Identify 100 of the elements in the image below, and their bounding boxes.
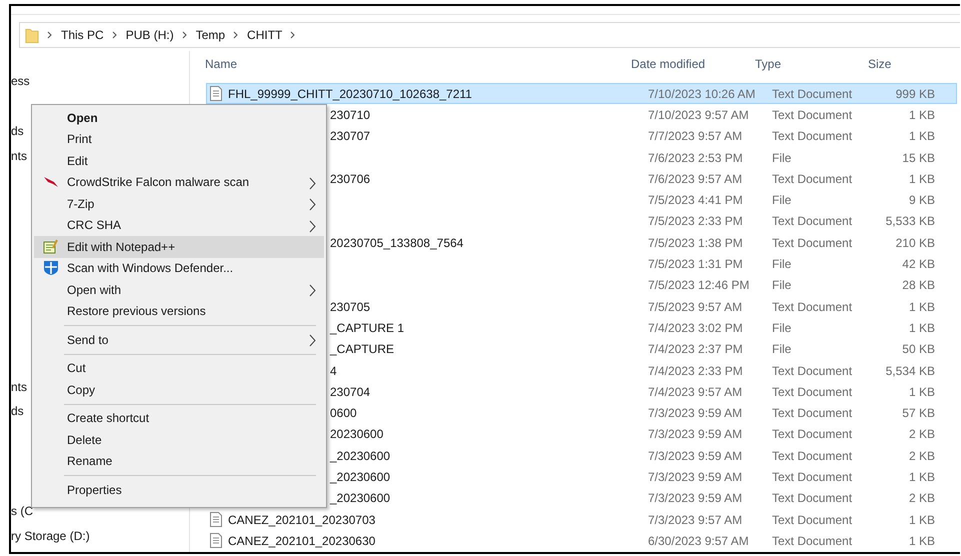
menu-item[interactable]: Delete bbox=[34, 429, 324, 450]
date-cell-text: 6/30/2023 9:57 AM bbox=[647, 534, 750, 548]
sidebar-item[interactable]: nts bbox=[11, 380, 28, 394]
menu-item[interactable]: Create shortcut bbox=[34, 408, 324, 429]
date-cell-text: 7/3/2023 9:59 AM bbox=[647, 427, 744, 442]
date-cell-text: 7/5/2023 1:38 PM bbox=[647, 236, 744, 250]
chevron-right-icon bbox=[233, 31, 240, 39]
text-file-icon bbox=[210, 512, 222, 528]
column-header[interactable]: Type bbox=[746, 57, 858, 71]
type-cell-text: File bbox=[771, 257, 792, 272]
menu-item[interactable]: Cut bbox=[34, 358, 324, 379]
column-header[interactable]: Size bbox=[858, 57, 928, 71]
file-name: 4 bbox=[330, 364, 337, 378]
menu-item[interactable]: Restore previous versions bbox=[34, 300, 324, 322]
chevron-right-icon bbox=[309, 334, 316, 347]
sidebar-item[interactable]: ess bbox=[11, 74, 30, 88]
chevron-right-icon bbox=[309, 220, 316, 232]
file-row[interactable]: FHL_99999_CHITT_20230710_102638_7211 7/10/2023 10:26 AM Text Document 999 KB bbox=[206, 83, 957, 104]
file-name: 20230600 bbox=[330, 427, 384, 442]
menu-item[interactable]: 7-Zip bbox=[34, 193, 324, 214]
size-cell-text: 5,534 KB bbox=[884, 364, 935, 378]
type-cell-text: File bbox=[771, 193, 792, 208]
menu-item[interactable]: Edit bbox=[34, 150, 324, 172]
sidebar-item[interactable]: s (C bbox=[11, 504, 33, 518]
type-cell-text: Text Document bbox=[771, 300, 854, 314]
chevron-right-icon bbox=[47, 31, 53, 39]
file-name: _20230600 bbox=[330, 470, 390, 484]
menu-item[interactable]: Copy bbox=[34, 379, 324, 400]
file-name: 230707 bbox=[330, 129, 370, 144]
file-name: CANEZ_202101_20230703 bbox=[228, 512, 376, 527]
type-cell-text: Text Document bbox=[771, 364, 854, 378]
type-cell-text: Text Document bbox=[771, 172, 854, 186]
menu-item[interactable]: Edit with Notepad++ bbox=[34, 236, 324, 258]
address-bar[interactable]: This PC PUB (H:) Temp CHITT bbox=[19, 22, 960, 48]
type-cell-text: Text Document bbox=[771, 491, 854, 506]
type-cell-text: Text Document bbox=[771, 86, 854, 101]
file-name: 230705 bbox=[330, 300, 370, 314]
menu-item[interactable]: CrowdStrike Falcon malware scan bbox=[34, 172, 324, 193]
chevron-right-icon bbox=[309, 284, 316, 297]
type-cell-text: Text Document bbox=[771, 470, 854, 484]
size-cell-text: 2 KB bbox=[908, 448, 935, 463]
sidebar-item[interactable]: ds bbox=[11, 404, 24, 418]
date-cell-text: 7/5/2023 12:46 PM bbox=[647, 278, 750, 292]
text-file-icon bbox=[210, 533, 222, 548]
type-cell-text: Text Document bbox=[771, 384, 854, 399]
size-cell-text: 28 KB bbox=[901, 278, 935, 292]
date-cell-text: 7/3/2023 9:59 AM bbox=[647, 448, 744, 463]
breadcrumb-item[interactable]: CHITT bbox=[247, 28, 282, 42]
sidebar-item[interactable]: nts bbox=[11, 149, 28, 163]
chevron-right-icon bbox=[290, 31, 296, 39]
date-cell-text: 7/5/2023 4:41 PM bbox=[647, 193, 744, 208]
type-cell-text: Text Document bbox=[771, 214, 854, 228]
size-cell-text: 999 KB bbox=[894, 86, 935, 101]
menu-item[interactable]: Send to bbox=[34, 329, 324, 350]
date-cell-text: 7/6/2023 2:53 PM bbox=[647, 150, 744, 165]
sidebar-item[interactable]: ry Storage (D:) bbox=[11, 529, 90, 543]
date-cell-text: 7/4/2023 2:33 PM bbox=[647, 364, 744, 378]
date-cell-text: 7/7/2023 9:57 AM bbox=[647, 129, 744, 144]
column-header[interactable]: Name bbox=[190, 57, 622, 71]
type-cell-text: Text Document bbox=[771, 108, 854, 122]
file-row[interactable]: CANEZ_202101_20230630 6/30/2023 9:57 AM Text Document 1 KB bbox=[206, 530, 957, 552]
type-cell-text: File bbox=[771, 320, 792, 335]
menu-item[interactable]: Print bbox=[34, 128, 324, 150]
date-cell-text: 7/6/2023 9:57 AM bbox=[647, 172, 744, 186]
menu-item[interactable]: Rename bbox=[34, 450, 324, 472]
date-cell-text: 7/5/2023 1:31 PM bbox=[647, 257, 744, 272]
breadcrumb-item[interactable]: PUB (H:) bbox=[126, 28, 174, 42]
file-row[interactable]: CANEZ_202101_20230703 7/3/2023 9:57 AM Text Document 1 KB bbox=[206, 508, 957, 530]
size-cell-text: 42 KB bbox=[901, 257, 935, 272]
folder-icon bbox=[25, 26, 39, 44]
size-cell-text: 57 KB bbox=[901, 406, 935, 420]
menu-item[interactable]: Open with bbox=[34, 279, 324, 300]
file-name: FHL_99999_CHITT_20230710_102638_7211 bbox=[228, 86, 472, 101]
column-header[interactable]: Date modified bbox=[622, 57, 746, 71]
type-cell-text: File bbox=[771, 342, 792, 356]
menu-item[interactable]: Open bbox=[34, 107, 324, 128]
size-cell-text: 1 KB bbox=[908, 129, 935, 144]
size-cell-text: 210 KB bbox=[894, 236, 935, 250]
file-name: _CAPTURE 1 bbox=[330, 320, 404, 335]
date-cell-text: 7/3/2023 9:57 AM bbox=[647, 512, 744, 527]
date-cell-text: 7/3/2023 9:59 AM bbox=[647, 406, 744, 420]
menu-item[interactable]: CRC SHA bbox=[34, 214, 324, 236]
sidebar-item[interactable]: ds bbox=[11, 124, 24, 138]
file-name: _20230600 bbox=[330, 448, 390, 463]
file-name: _CAPTURE bbox=[330, 342, 394, 356]
breadcrumb-item[interactable]: Temp bbox=[196, 28, 226, 42]
type-cell-text: Text Document bbox=[771, 236, 854, 250]
chevron-right-icon bbox=[112, 31, 118, 39]
type-cell-text: File bbox=[771, 278, 792, 292]
menu-item[interactable]: Scan with Windows Defender... bbox=[34, 258, 324, 279]
date-cell-text: 7/5/2023 2:33 PM bbox=[647, 214, 744, 228]
breadcrumb-item[interactable]: This PC bbox=[61, 28, 104, 42]
type-cell-text: Text Document bbox=[771, 534, 854, 548]
file-name: 20230705_133808_7564 bbox=[330, 236, 464, 250]
type-cell-text: Text Document bbox=[771, 448, 854, 463]
size-cell-text: 15 KB bbox=[901, 150, 935, 165]
size-cell-text: 1 KB bbox=[908, 512, 935, 527]
file-name: 230710 bbox=[330, 108, 370, 122]
file-name: 230704 bbox=[330, 384, 370, 399]
menu-item[interactable]: Properties bbox=[34, 479, 324, 500]
